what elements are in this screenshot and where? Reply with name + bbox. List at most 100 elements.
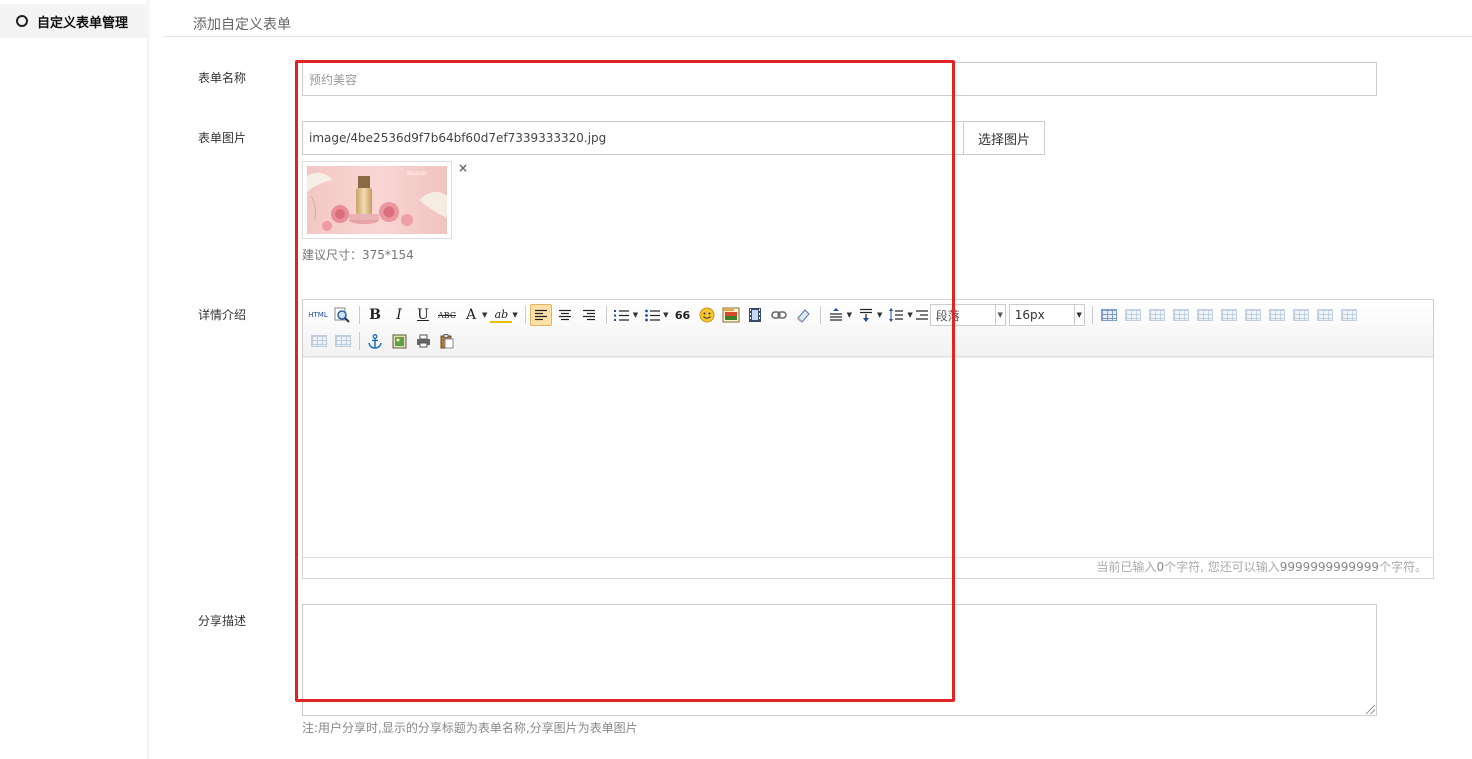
- eraser-icon: [796, 309, 810, 323]
- insert-row-below-icon[interactable]: [1172, 309, 1189, 321]
- counter-suffix: 个字符。: [1378, 560, 1427, 574]
- chevron-down-icon[interactable]: ▼: [482, 311, 487, 319]
- align-center-icon: [558, 309, 571, 321]
- form-image-path-input[interactable]: image/4be2536d9f7b64bf60d7ef7339333320.j…: [302, 121, 964, 155]
- remove-image-icon[interactable]: ×: [458, 161, 468, 175]
- film-icon: [748, 308, 761, 322]
- font-size-select[interactable]: 16px ▼: [1008, 304, 1085, 326]
- italic-button[interactable]: I: [388, 304, 410, 326]
- counter-count: 0: [1156, 560, 1165, 574]
- ordered-list-icon: [614, 309, 630, 321]
- font-size-value: 16px: [1014, 308, 1045, 322]
- counter-remaining: 9999999999999: [1279, 560, 1379, 574]
- line-height-button[interactable]: [885, 304, 907, 326]
- page-title: 添加自定义表单: [193, 17, 291, 33]
- insert-col-before-icon[interactable]: [1196, 309, 1213, 321]
- split-rows-icon[interactable]: [311, 335, 327, 347]
- counter-mid: 个字符, 您还可以输入: [1164, 560, 1280, 574]
- toolbar-separator: [359, 332, 360, 350]
- blockquote-button[interactable]: 66: [672, 304, 694, 326]
- chevron-down-icon[interactable]: ▼: [877, 311, 882, 319]
- toolbar-separator: [1091, 306, 1093, 324]
- insert-table-icon[interactable]: [1100, 309, 1117, 321]
- editor-toolbar: HTML B I U ABC A ▼ ab ▼ ▼ ▼ 66 ▼ ▼ ▼ 段落 …: [303, 300, 1433, 357]
- highlight-color-button[interactable]: ab: [490, 307, 513, 323]
- align-center-button[interactable]: [554, 304, 576, 326]
- toolbar-separator: [605, 306, 607, 324]
- underline-button[interactable]: U: [412, 304, 434, 326]
- form-image-thumbnail: BRAND: [302, 161, 452, 239]
- paragraph-format-value: 段落: [935, 308, 960, 323]
- clipboard-icon: [440, 333, 454, 348]
- paste-button[interactable]: [436, 330, 458, 352]
- preview-button[interactable]: [331, 304, 353, 326]
- chevron-down-icon[interactable]: ▼: [512, 311, 517, 319]
- insert-link-button[interactable]: [768, 304, 790, 326]
- merge-right-icon[interactable]: [1316, 309, 1333, 321]
- ordered-list-button[interactable]: [611, 304, 633, 326]
- insert-frame-button[interactable]: [388, 330, 410, 352]
- title-divider: [163, 36, 1472, 37]
- print-button[interactable]: [412, 330, 434, 352]
- emoticon-button[interactable]: [696, 304, 718, 326]
- toolbar-row-2: [307, 330, 460, 352]
- frame-image-icon: [392, 334, 406, 348]
- magnifier-icon: [334, 307, 350, 323]
- share-description-textarea[interactable]: [302, 604, 1377, 716]
- bold-button[interactable]: B: [364, 304, 386, 326]
- editor-content-area[interactable]: [303, 357, 1433, 558]
- split-cols-icon[interactable]: [335, 335, 351, 347]
- insert-video-button[interactable]: [744, 304, 766, 326]
- align-left-button[interactable]: [529, 304, 552, 326]
- indent-button[interactable]: [915, 304, 928, 326]
- html-source-button[interactable]: HTML: [307, 304, 329, 326]
- character-counter: 当前已输入0个字符, 您还可以输入9999999999999个字符。: [1096, 558, 1427, 575]
- chevron-down-icon[interactable]: ▼: [847, 311, 852, 319]
- align-right-button[interactable]: [578, 304, 600, 326]
- link-icon: [770, 311, 787, 319]
- row-spacing-bottom-button[interactable]: [855, 304, 877, 326]
- share-note: 注:用户分享时,显示的分享标题为表单名称,分享图片为表单图片: [302, 721, 638, 735]
- delete-row-icon[interactable]: [1244, 309, 1261, 321]
- delete-table-icon[interactable]: [1124, 309, 1141, 321]
- sidebar-item-custom-form-management[interactable]: 自定义表单管理: [0, 4, 148, 38]
- cosmetics-banner-image: BRAND: [307, 166, 447, 234]
- row-spacing-top-button[interactable]: [825, 304, 847, 326]
- image-size-hint: 建议尺寸：375*154: [302, 248, 414, 262]
- resize-handle-icon[interactable]: [1366, 705, 1375, 714]
- printer-icon: [416, 334, 430, 348]
- image-icon: [722, 307, 740, 323]
- clear-format-button[interactable]: [792, 304, 814, 326]
- choose-image-button[interactable]: 选择图片: [963, 121, 1045, 155]
- unordered-list-button[interactable]: [641, 304, 663, 326]
- insert-row-above-icon[interactable]: [1148, 309, 1165, 321]
- chevron-down-icon[interactable]: ▼: [907, 311, 912, 319]
- sidebar: 自定义表单管理: [0, 0, 148, 759]
- toolbar-separator: [359, 306, 360, 324]
- toolbar-separator: [819, 306, 821, 324]
- rich-text-editor: HTML B I U ABC A ▼ ab ▼ ▼ ▼ 66 ▼ ▼ ▼ 段落 …: [302, 299, 1434, 579]
- spacing-bottom-icon: [859, 308, 872, 322]
- form-name-input[interactable]: 预约美容: [302, 62, 1377, 96]
- anchor-button[interactable]: [364, 330, 386, 352]
- chevron-down-icon[interactable]: ▼: [633, 311, 638, 319]
- toolbar-row-1: HTML B I U ABC A ▼ ab ▼ ▼ ▼ 66 ▼ ▼ ▼ 段落 …: [307, 304, 1361, 326]
- banner-brand-logo: BRAND: [407, 171, 426, 177]
- unordered-list-icon: [644, 309, 660, 321]
- align-left-icon: [534, 309, 547, 321]
- line-height-icon: [889, 308, 904, 322]
- chevron-down-icon: ▼: [994, 305, 1005, 325]
- font-color-button[interactable]: A: [460, 304, 482, 326]
- insert-image-button[interactable]: [720, 304, 742, 326]
- delete-col-icon[interactable]: [1268, 309, 1285, 321]
- merge-cells-icon[interactable]: [1292, 309, 1309, 321]
- strikethrough-button[interactable]: ABC: [436, 304, 458, 326]
- paragraph-format-select[interactable]: 段落 ▼: [929, 304, 1006, 326]
- toolbar-separator: [524, 306, 526, 324]
- insert-col-after-icon[interactable]: [1220, 309, 1237, 321]
- chevron-down-icon[interactable]: ▼: [663, 311, 668, 319]
- chevron-down-icon: ▼: [1073, 305, 1084, 325]
- circle-icon: [16, 15, 28, 27]
- merge-down-icon[interactable]: [1340, 309, 1357, 321]
- form-name-label: 表单名称: [198, 71, 247, 85]
